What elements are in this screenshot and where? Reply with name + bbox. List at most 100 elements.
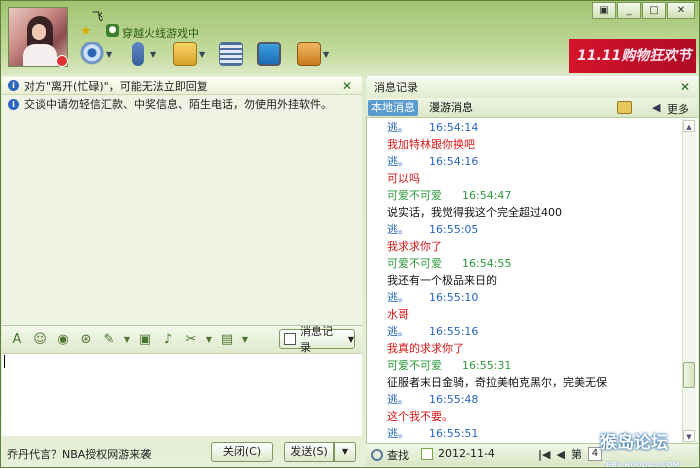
webcam-icon — [80, 42, 104, 66]
message-time: 16:54:47 — [462, 189, 512, 202]
message-time: 16:55:16 — [429, 325, 479, 338]
info-icon: i — [8, 80, 19, 91]
star-icon: ★ — [80, 24, 92, 39]
chevron-down-icon[interactable]: ▼ — [241, 331, 249, 349]
close-button[interactable]: 关闭(C) — [211, 442, 273, 462]
chevron-down-icon[interactable]: ▼ — [323, 50, 329, 59]
avatar-body — [23, 44, 57, 66]
safety-notice-text: 交谈中请勿轻信汇款、中奖信息、陌生电话，勿使用外挂软件。 — [24, 98, 332, 111]
history-scrollbar[interactable] — [682, 119, 696, 443]
screenshot-icon[interactable]: ✂ — [182, 331, 200, 349]
app-icon[interactable]: ▤ — [218, 331, 236, 349]
chevron-down-icon[interactable]: ▼ — [106, 50, 112, 59]
message-time: 16:54:55 — [462, 257, 512, 270]
message-header: 逃。 16:55:10 — [387, 289, 478, 306]
doodle-icon[interactable]: ✎ — [100, 331, 118, 349]
scroll-up-icon[interactable]: ▲ — [683, 120, 695, 132]
message-time: 16:54:16 — [429, 155, 479, 168]
image-icon[interactable]: ▣ — [136, 331, 154, 349]
prev-page-icon[interactable]: ◀ — [556, 448, 564, 461]
tab-roaming-messages[interactable]: 漫游消息 — [426, 100, 476, 116]
message-input[interactable] — [2, 353, 362, 436]
message-sender: 逃。 — [387, 121, 409, 134]
watermark-text: 猴岛论坛 — [600, 433, 668, 453]
voice-button[interactable]: ▼ — [127, 40, 156, 68]
app-box-icon — [219, 42, 243, 66]
message-log-label: 消息记录 — [299, 325, 333, 354]
page-label: 第 — [570, 448, 582, 461]
font-icon[interactable]: A — [8, 331, 26, 349]
chat-display-area[interactable] — [2, 76, 362, 325]
shake-icon[interactable]: ⊛ — [77, 331, 95, 349]
app-box-button[interactable] — [219, 40, 243, 68]
maximize-button[interactable]: □ — [642, 2, 666, 19]
music-icon[interactable]: ♪ — [159, 331, 177, 349]
message-text: 征服者末日金骑，奇拉美帕克黑尔，完美无保 — [387, 376, 607, 389]
message-sender: 逃。 — [387, 325, 409, 338]
message-time: 16:55:48 — [429, 393, 479, 406]
message-time: 16:54:14 — [429, 121, 479, 134]
emoticon-icon[interactable]: ☺ — [31, 331, 49, 349]
contact-signature: 穿越火线游戏中 — [122, 27, 199, 40]
message-sender: 逃。 — [387, 155, 409, 168]
file-transfer-icon — [173, 42, 197, 66]
message-log-button[interactable]: 消息记录 ▼ — [279, 325, 355, 354]
message-time: 16:55:51 — [429, 427, 479, 440]
message-header: 逃。 16:55:16 — [387, 323, 478, 340]
file-transfer-button[interactable]: ▼ — [173, 40, 205, 68]
first-page-icon[interactable]: |◀ — [538, 448, 550, 461]
site-watermark: 猴岛论坛 BBS.HOUDAO.COM — [600, 432, 698, 468]
promo-text: 11.11购物狂欢节 — [577, 48, 692, 64]
promo-banner[interactable]: 11.11购物狂欢节 — [569, 39, 696, 73]
tab-local-messages[interactable]: 本地消息 — [368, 100, 418, 116]
game-status-icon: ● — [106, 24, 119, 37]
message-sender: 可爱不可爱 — [387, 359, 442, 372]
chevron-down-icon: ▼ — [347, 334, 354, 344]
message-time: 16:55:31 — [462, 359, 512, 372]
message-time: 16:55:10 — [429, 291, 479, 304]
webcam-button[interactable]: ▼ — [80, 40, 112, 68]
speaker-icon[interactable]: ◀ — [652, 101, 660, 114]
remote-desktop-button[interactable] — [257, 40, 281, 68]
message-text: 我真的求求你了 — [387, 342, 464, 355]
chevron-down-icon[interactable]: ▼ — [123, 331, 131, 349]
away-notice-text: 对方"离开(忙碌)"，可能无法立即回复 — [24, 79, 208, 93]
chevron-down-icon[interactable]: ▼ — [199, 50, 205, 59]
message-sender: 逃。 — [387, 427, 409, 440]
pager: |◀ ◀ 第 4 — [538, 446, 602, 462]
calendar-icon — [421, 447, 433, 460]
message-sender: 可爱不可爱 — [387, 257, 442, 270]
magic-emoticon-icon[interactable]: ◉ — [54, 331, 72, 349]
message-header: 可爱不可爱 16:55:31 — [387, 357, 511, 374]
calendar-icon — [284, 333, 296, 345]
chevron-down-icon[interactable]: ▼ — [205, 331, 213, 349]
skin-button[interactable]: ▣ — [592, 2, 616, 19]
message-time: 16:55:05 — [429, 223, 479, 236]
search-button[interactable]: 查找 — [371, 447, 409, 463]
message-sender: 逃。 — [387, 393, 409, 406]
history-message-list[interactable]: 逃。 16:54:14 我加特林跟你换吧 逃。 16:54:16 可以吗 可爱不可爱 16:5… — [368, 119, 681, 443]
date-picker[interactable]: 2012-11-4 — [421, 447, 495, 460]
more-apps-button[interactable]: ▼ — [297, 40, 329, 68]
bottom-ad-link[interactable]: 乔丹代言？NBA授权网游来袭 — [7, 446, 151, 462]
chevron-down-icon[interactable]: ▼ — [150, 50, 156, 59]
send-options-button[interactable]: ▼ — [334, 442, 356, 462]
send-button[interactable]: 发送(S) — [284, 442, 334, 462]
more-link[interactable]: 更多 — [667, 101, 689, 117]
close-icon[interactable]: ✕ — [342, 79, 352, 93]
history-tools-icon[interactable] — [617, 101, 632, 114]
search-icon — [371, 449, 383, 461]
close-window-button[interactable]: ✕ — [667, 2, 695, 19]
message-text: 我还有一个极品来日的 — [387, 274, 497, 287]
minimize-button[interactable]: _ — [617, 2, 641, 19]
safety-notice: i 交谈中请勿轻信汇款、中奖信息、陌生电话，勿使用外挂软件。 — [2, 95, 362, 113]
message-header: 逃。 16:54:14 — [387, 119, 478, 136]
contact-nickname: 飞 — [92, 10, 103, 23]
message-text: 水哥 — [387, 308, 409, 321]
message-sender: 逃。 — [387, 291, 409, 304]
message-header: 逃。 16:54:16 — [387, 153, 478, 170]
watermark-url: BBS.HOUDAO.COM — [606, 461, 680, 468]
scroll-thumb[interactable] — [683, 362, 695, 388]
message-header: 逃。 16:55:51 — [387, 425, 478, 442]
close-icon[interactable]: ✕ — [680, 80, 690, 94]
